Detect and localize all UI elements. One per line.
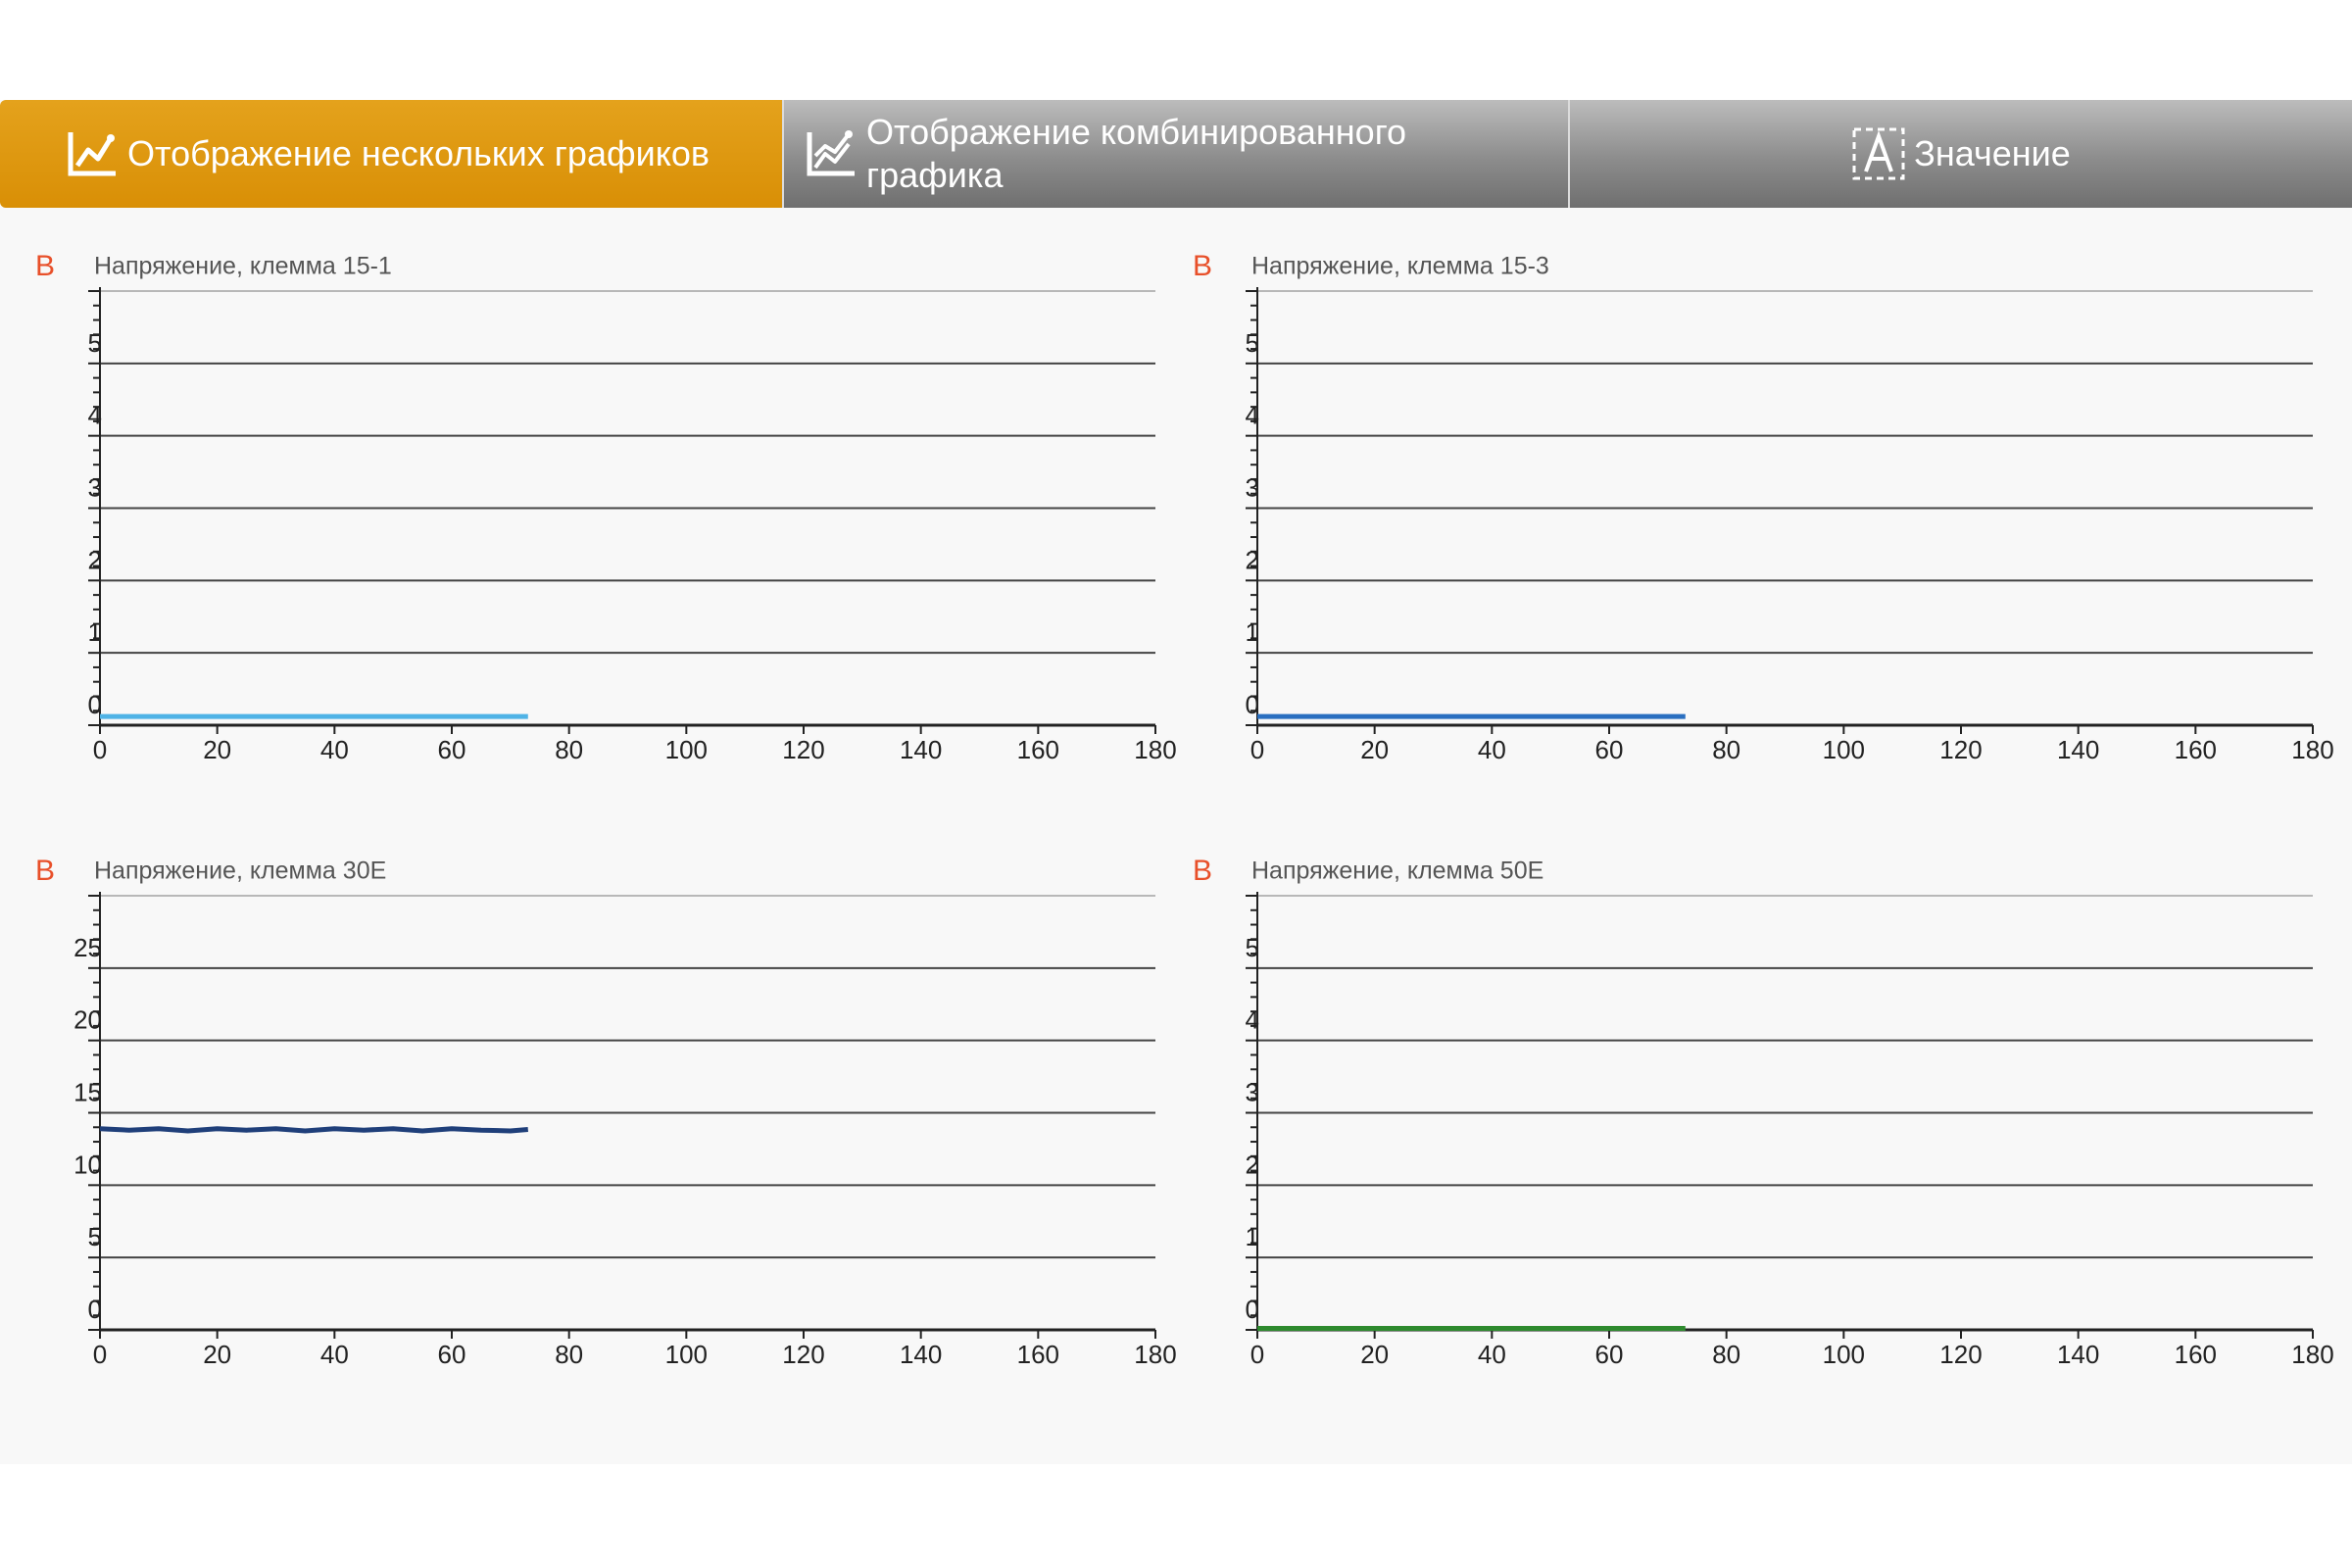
y-tick-label: 1 bbox=[88, 617, 102, 647]
charts-area: В Напряжение, клемма 15-10123450 20 40 60 80 1… bbox=[35, 250, 2334, 1369]
y-tick-label: 10 bbox=[74, 1150, 102, 1179]
y-tick-label: 3 bbox=[1246, 1078, 1259, 1107]
x-tick-label: 100 bbox=[665, 1340, 708, 1369]
chart-4: В Напряжение, клемма 50E 0 1 2 3 4 5 0 20 40 60 80 10… bbox=[1193, 855, 2334, 1369]
x-tick-label: 180 bbox=[1134, 1340, 1176, 1369]
y-tick-label: 1 bbox=[1246, 1222, 1259, 1251]
y-tick-label: 2 bbox=[1246, 1150, 1259, 1179]
chart-2: В Напряжение, клемма 15-3 0 1 2 3 4 5 0 20 40 60 80 1… bbox=[1193, 250, 2334, 764]
chart-title: Напряжение, клемма 30E bbox=[94, 858, 386, 885]
x-tick-label: 140 bbox=[900, 735, 942, 764]
x-tick-label: 160 bbox=[1017, 1340, 1059, 1369]
x-tick-label: 100 bbox=[1823, 1340, 1865, 1369]
graph-screen: Отображение нескольких графиков Отображе… bbox=[0, 100, 2352, 1464]
y-tick-label: 0 bbox=[88, 1295, 102, 1324]
y-tick-label: 0 bbox=[88, 690, 102, 719]
y-tick-label: 2 bbox=[88, 545, 102, 574]
x-tick-label: 100 bbox=[1823, 735, 1865, 764]
x-tick-label: 160 bbox=[1017, 735, 1059, 764]
x-tick-label: 0 bbox=[93, 1340, 107, 1369]
x-tick-label: 140 bbox=[2057, 1340, 2099, 1369]
x-tick-label: 180 bbox=[1134, 735, 1176, 764]
unit-label: В bbox=[35, 250, 55, 282]
y-tick-label: 5 bbox=[1246, 933, 1259, 962]
x-tick-label: 160 bbox=[2175, 1340, 2217, 1369]
x-tick-label: 60 bbox=[438, 1340, 466, 1369]
x-tick-label: 60 bbox=[1595, 1340, 1624, 1369]
x-tick-label: 20 bbox=[203, 1340, 231, 1369]
x-tick-label: 40 bbox=[320, 735, 349, 764]
x-tick-label: 20 bbox=[1360, 1340, 1389, 1369]
chart-3: В Напряжение, клемма 30E 0 5 10 15 20 25 0 20 40 60… bbox=[35, 855, 1177, 1369]
y-tick-label: 1 bbox=[1246, 617, 1259, 647]
y-tick-label: 4 bbox=[88, 401, 102, 430]
y-tick-label: 0 bbox=[1246, 1295, 1259, 1324]
x-tick-label: 0 bbox=[1250, 1340, 1264, 1369]
x-tick-label: 120 bbox=[782, 735, 824, 764]
x-tick-label: 160 bbox=[2175, 735, 2217, 764]
y-tick-label: 15 bbox=[74, 1078, 102, 1107]
chart-title: Напряжение, клемма 15-3 bbox=[1251, 253, 1549, 280]
y-tick-label: 4 bbox=[1246, 1005, 1259, 1035]
chart-1: В Напряжение, клемма 15-1 0 1 2 3 4 5 0 20 40 60 80 1… bbox=[35, 250, 1177, 764]
x-tick-label: 40 bbox=[320, 1340, 349, 1369]
x-tick-label: 80 bbox=[555, 735, 583, 764]
y-tick-label: 3 bbox=[88, 473, 102, 503]
x-tick-label: 140 bbox=[900, 1340, 942, 1369]
x-tick-label: 120 bbox=[1939, 735, 1982, 764]
x-tick-label: 120 bbox=[782, 1340, 824, 1369]
x-tick-label: 120 bbox=[1939, 1340, 1982, 1369]
x-tick-label: 60 bbox=[1595, 735, 1624, 764]
y-tick-label: 0 bbox=[1246, 690, 1259, 719]
y-tick-label: 2 bbox=[1246, 545, 1259, 574]
x-tick-label: 80 bbox=[1712, 735, 1740, 764]
chart-title: Напряжение, клемма 50E bbox=[1251, 858, 1544, 885]
x-tick-label: 100 bbox=[665, 735, 708, 764]
x-tick-label: 40 bbox=[1478, 1340, 1506, 1369]
x-tick-label: 180 bbox=[2291, 735, 2333, 764]
series-line bbox=[99, 1126, 528, 1134]
unit-label: В bbox=[1193, 250, 1212, 282]
x-tick-label: 80 bbox=[555, 1340, 583, 1369]
chart-title: Напряжение, клемма 15-1 bbox=[94, 253, 392, 280]
y-tick-label: 20 bbox=[74, 1005, 102, 1035]
x-tick-label: 0 bbox=[93, 735, 107, 764]
unit-label: В bbox=[35, 855, 55, 887]
x-tick-label: 60 bbox=[438, 735, 466, 764]
y-tick-label: 4 bbox=[1246, 401, 1259, 430]
y-tick-label: 5 bbox=[88, 1222, 102, 1251]
x-tick-label: 20 bbox=[203, 735, 231, 764]
unit-label: В bbox=[1193, 855, 1212, 887]
x-tick-label: 0 bbox=[1250, 735, 1264, 764]
x-tick-label: 140 bbox=[2057, 735, 2099, 764]
y-tick-label: 3 bbox=[1246, 473, 1259, 503]
x-tick-label: 20 bbox=[1360, 735, 1389, 764]
x-tick-label: 40 bbox=[1478, 735, 1506, 764]
x-tick-label: 180 bbox=[2291, 1340, 2333, 1369]
y-tick-label: 25 bbox=[74, 933, 102, 962]
y-tick-label: 5 bbox=[1246, 328, 1259, 358]
x-tick-label: 80 bbox=[1712, 1340, 1740, 1369]
y-tick-label: 5 bbox=[88, 328, 102, 358]
